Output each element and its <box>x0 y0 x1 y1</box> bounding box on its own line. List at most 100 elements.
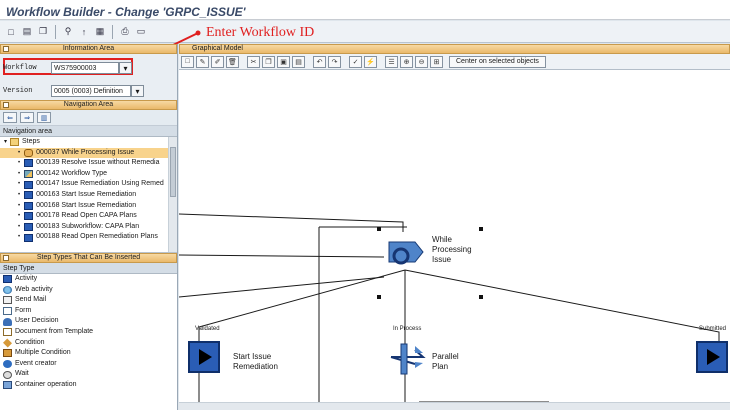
tree-item[interactable]: • 000139 Resolve Issue without Remedia <box>0 158 177 169</box>
tree-item[interactable]: • 000037 While Processing Issue <box>0 147 177 159</box>
bullet-icon: • <box>18 234 21 241</box>
undo-icon[interactable]: ↶ <box>313 55 326 68</box>
step-type-item[interactable]: Web activity <box>0 285 177 296</box>
step-icon <box>24 212 34 221</box>
collapse-icon[interactable] <box>3 46 9 52</box>
version-dropdown-icon[interactable]: ▾ <box>131 85 144 97</box>
step-type-label: Web activity <box>15 285 53 293</box>
window-title: Workflow Builder - Change 'GRPC_ISSUE' <box>6 5 246 19</box>
left-panel: Information Area Workflow WS75900003 ▾ V… <box>0 44 178 410</box>
tree-item[interactable]: • 000163 Start Issue Remediation <box>0 190 177 201</box>
tree-item-label: 000188 Read Open Remediation Plans <box>36 233 158 241</box>
wait-icon <box>3 370 12 379</box>
tree-item[interactable]: • 000188 Read Open Remediation Plans <box>0 232 177 243</box>
step-icon <box>24 159 34 168</box>
validated-label: Validated <box>195 326 220 332</box>
step-type-item[interactable]: Document from Template <box>0 327 177 338</box>
print-icon[interactable]: ⎙ <box>118 25 132 39</box>
activate-icon[interactable]: ⚡ <box>364 55 377 68</box>
info-area: Workflow WS75900003 ▾ Version 0005 (0003… <box>0 54 177 100</box>
navigation-tree: ▾ Steps • 000037 While Processing Issue • 0… <box>0 137 177 253</box>
paste-icon[interactable]: ▣ <box>277 55 290 68</box>
forward-icon[interactable]: ⇒ <box>20 112 34 123</box>
list-icon[interactable]: ☰ <box>385 55 398 68</box>
tree-item-label: 000168 Start Issue Remediation <box>36 201 137 209</box>
step-type-item[interactable]: Container operation <box>0 380 177 391</box>
flow-line <box>179 276 385 298</box>
type-icon <box>24 170 34 179</box>
new-doc-icon[interactable]: □ <box>181 55 194 68</box>
expand-icon[interactable]: ▾ <box>4 137 7 148</box>
bullet-icon: • <box>18 149 21 156</box>
block-icon[interactable]: ▤ <box>292 55 305 68</box>
navigation-toolbar: ⇐ ⇒ ▥ <box>0 110 177 126</box>
delete-icon[interactable]: 🗑 <box>226 55 239 68</box>
cut-icon[interactable]: ✂ <box>247 55 260 68</box>
cond-icon <box>2 338 13 348</box>
canvas-hscrollbar[interactable] <box>179 402 730 410</box>
tree-item[interactable]: • 000147 Issue Remediation Using Remed <box>0 179 177 190</box>
step-type-item[interactable]: Form <box>0 306 177 317</box>
step-type-item[interactable]: Event creator <box>0 359 177 370</box>
create-icon[interactable]: ✐ <box>211 55 224 68</box>
tree-root-steps[interactable]: ▾ Steps <box>0 137 177 148</box>
workflow-label: Workflow <box>3 64 37 72</box>
submitted-label: Submitted <box>699 326 727 332</box>
step-icon <box>24 201 34 210</box>
collapse-icon[interactable] <box>3 102 9 108</box>
bullet-icon: • <box>18 160 21 167</box>
navigation-header[interactable]: Navigation Area <box>0 100 177 110</box>
version-field[interactable]: 0005 (0003) Definition <box>51 85 131 97</box>
workflow-dropdown-icon[interactable]: ▾ <box>119 62 132 74</box>
step-type-item[interactable]: Send Mail <box>0 295 177 306</box>
info-icon[interactable]: ▦ <box>93 25 107 39</box>
bullet-icon: • <box>18 170 21 177</box>
while-node-label[interactable]: While Processing Issue <box>432 235 492 265</box>
form-icon <box>3 307 12 316</box>
step-type-item[interactable]: Wait <box>0 369 177 380</box>
step-types-header[interactable]: Step Types That Can Be Inserted <box>0 253 177 263</box>
step-type-item[interactable]: User Decision <box>0 316 177 327</box>
start-node-label[interactable]: Start Issue Remediation <box>233 352 303 372</box>
step-types-list-header: Step Type <box>0 263 177 274</box>
parallel-node-label[interactable]: Parallel Plan <box>432 352 472 372</box>
new-icon[interactable]: □ <box>4 25 18 39</box>
tree-item[interactable]: • 000183 Subworkflow: CAPA Plan <box>0 222 177 233</box>
step-icon <box>24 191 34 200</box>
redo-icon[interactable]: ↷ <box>328 55 341 68</box>
step-type-item[interactable]: Activity <box>0 274 177 285</box>
event-icon <box>3 360 12 369</box>
step-type-label: Form <box>15 306 32 314</box>
doc-icon <box>3 328 12 337</box>
copy-icon[interactable]: ❐ <box>262 55 275 68</box>
tree-item-label: 000142 Workflow Type <box>36 169 108 177</box>
parallel-node-icon <box>390 343 426 375</box>
tree-item[interactable]: • 000168 Start Issue Remediation <box>0 201 177 212</box>
tree-item[interactable]: • 000178 Read Open CAPA Plans <box>0 211 177 222</box>
version-row: Version 0005 (0003) Definition ▾ <box>3 85 144 97</box>
step-type-item[interactable]: Condition <box>0 338 177 349</box>
navigation-scrollbar[interactable] <box>168 137 177 252</box>
main-toolbar: □ ▤ ❐ ⚲ ↑ ▦ ⎙ ▭ <box>0 21 730 43</box>
step-type-item[interactable]: Multiple Condition <box>0 348 177 359</box>
zoom-out-icon[interactable]: ⊖ <box>415 55 428 68</box>
save-icon[interactable]: ▤ <box>20 25 34 39</box>
info-area-header[interactable]: Information Area <box>0 44 177 54</box>
layout-icon[interactable]: ▥ <box>37 112 51 123</box>
workflow-canvas[interactable]: While Processing Issue Start Issue Remed… <box>179 72 730 402</box>
tree-item-label: 000183 Subworkflow: CAPA Plan <box>36 222 140 230</box>
collapse-icon[interactable] <box>3 255 9 261</box>
copy-icon[interactable]: ❐ <box>36 25 50 39</box>
edit-icon[interactable]: ✎ <box>196 55 209 68</box>
check-icon[interactable]: ✓ <box>349 55 362 68</box>
fit-icon[interactable]: ⊞ <box>430 55 443 68</box>
tree-item[interactable]: • 000142 Workflow Type <box>0 169 177 180</box>
help-icon[interactable]: ▭ <box>134 25 148 39</box>
activate-icon[interactable]: ↑ <box>77 25 91 39</box>
workflow-field[interactable]: WS75900003 <box>51 62 119 74</box>
back-icon[interactable]: ⇐ <box>3 112 17 123</box>
center-selected-button[interactable]: Center on selected objects <box>449 55 546 68</box>
zoom-in-icon[interactable]: ⊕ <box>400 55 413 68</box>
scroll-thumb[interactable] <box>170 147 176 197</box>
test-icon[interactable]: ⚲ <box>61 25 75 39</box>
